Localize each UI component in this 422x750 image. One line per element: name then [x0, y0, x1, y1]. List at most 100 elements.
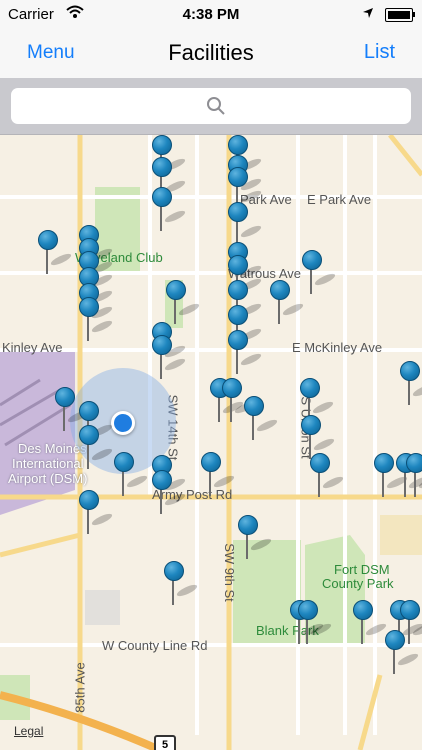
facility-pin[interactable]: [406, 453, 422, 501]
pin-stick: [361, 618, 363, 644]
pin-stick: [414, 471, 416, 497]
facility-pin[interactable]: [152, 187, 187, 235]
pin-stick: [278, 298, 280, 324]
pin-head: [400, 600, 420, 620]
pin-stick: [87, 443, 89, 469]
pin-head: [400, 361, 420, 381]
pin-head: [310, 453, 330, 473]
legal-link[interactable]: Legal: [14, 724, 43, 738]
pin-stick: [306, 618, 308, 644]
pin-stick: [318, 471, 320, 497]
pin-head: [55, 387, 75, 407]
facility-pin[interactable]: [298, 600, 333, 648]
pin-head: [385, 630, 405, 650]
facility-pin[interactable]: [310, 453, 345, 501]
facility-pin[interactable]: [238, 515, 273, 563]
pin-head: [228, 305, 248, 325]
facility-pin[interactable]: [79, 297, 114, 345]
facility-pin[interactable]: [166, 280, 201, 328]
user-location-dot[interactable]: [111, 411, 135, 435]
pin-head: [166, 280, 186, 300]
pin-head: [79, 425, 99, 445]
search-icon: [206, 96, 226, 121]
85th-ave-label: 85th Ave: [72, 662, 88, 713]
pin-stick: [160, 488, 162, 514]
facility-pin[interactable]: [228, 330, 263, 378]
facility-pin[interactable]: [385, 630, 420, 678]
pin-head: [201, 452, 221, 472]
facility-pin[interactable]: [79, 425, 114, 473]
search-box[interactable]: [11, 88, 415, 126]
pin-head: [152, 187, 172, 207]
pin-stick: [246, 533, 248, 559]
e-park-ave-label: E Park Ave: [307, 192, 372, 207]
w-county-line-rd-label: W County Line Rd: [102, 638, 208, 653]
location-arrow-icon: [362, 6, 374, 23]
pin-head: [152, 470, 172, 490]
pin-head: [238, 515, 258, 535]
pin-stick: [87, 315, 89, 341]
pin-head: [222, 378, 242, 398]
pin-head: [79, 401, 99, 421]
facility-pin[interactable]: [114, 452, 149, 500]
pin-stick: [87, 508, 89, 534]
pin-stick: [310, 268, 312, 294]
pin-head: [353, 600, 373, 620]
pin-head: [270, 280, 290, 300]
pin-head: [152, 157, 172, 177]
search-bar: [0, 78, 422, 135]
pin-head: [114, 452, 134, 472]
pin-stick: [408, 379, 410, 405]
facility-pin[interactable]: [400, 361, 422, 409]
pin-stick: [63, 405, 65, 431]
pin-stick: [230, 396, 232, 422]
pin-head: [228, 330, 248, 350]
pin-head: [302, 250, 322, 270]
pin-stick: [46, 248, 48, 274]
pin-stick: [236, 348, 238, 374]
facility-pin[interactable]: [164, 561, 199, 609]
facility-pin[interactable]: [353, 600, 388, 648]
pin-stick: [408, 618, 410, 644]
facility-pin[interactable]: [79, 490, 114, 538]
pin-stick: [160, 353, 162, 379]
pin-head: [228, 280, 248, 300]
pin-head: [300, 378, 320, 398]
clock: 4:38 PM: [182, 6, 240, 23]
facilities-map[interactable]: Park Ave E Park Ave Waveland Club Watrou…: [0, 135, 422, 750]
pin-head: [228, 202, 248, 222]
battery-tip-icon: [413, 12, 415, 17]
pin-head: [152, 135, 172, 155]
facility-pin[interactable]: [244, 396, 279, 444]
status-bar: Carrier 4:38 PM: [0, 0, 422, 30]
pin-head: [79, 490, 99, 510]
facility-pin[interactable]: [38, 230, 73, 278]
list-button[interactable]: List: [364, 41, 395, 64]
battery-icon: [385, 8, 413, 22]
pin-head: [228, 167, 248, 187]
pin-head: [374, 453, 394, 473]
facility-pin[interactable]: [55, 387, 90, 435]
pin-head: [301, 415, 321, 435]
facility-pin[interactable]: [222, 378, 257, 426]
facility-pin[interactable]: [374, 453, 409, 501]
pin-stick: [209, 470, 211, 496]
pin-shadow: [417, 474, 422, 491]
facility-pin[interactable]: [201, 452, 236, 500]
pin-stick: [382, 471, 384, 497]
pin-stick: [174, 298, 176, 324]
pin-stick: [160, 205, 162, 231]
route-shield: 5: [154, 735, 176, 750]
pin-stick: [172, 579, 174, 605]
pin-head: [79, 297, 99, 317]
facility-pin[interactable]: [270, 280, 305, 328]
facility-pin[interactable]: [302, 250, 337, 298]
pin-head: [298, 600, 318, 620]
facility-pin[interactable]: [152, 335, 187, 383]
facility-pin[interactable]: [152, 470, 187, 518]
fort-dsm-label-line1: Fort DSM: [334, 562, 390, 577]
e-mckinley-ave-label: E McKinley Ave: [292, 340, 383, 355]
pin-stick: [393, 648, 395, 674]
navigation-bar: Menu Facilities List: [0, 30, 422, 78]
pin-head: [406, 453, 422, 473]
